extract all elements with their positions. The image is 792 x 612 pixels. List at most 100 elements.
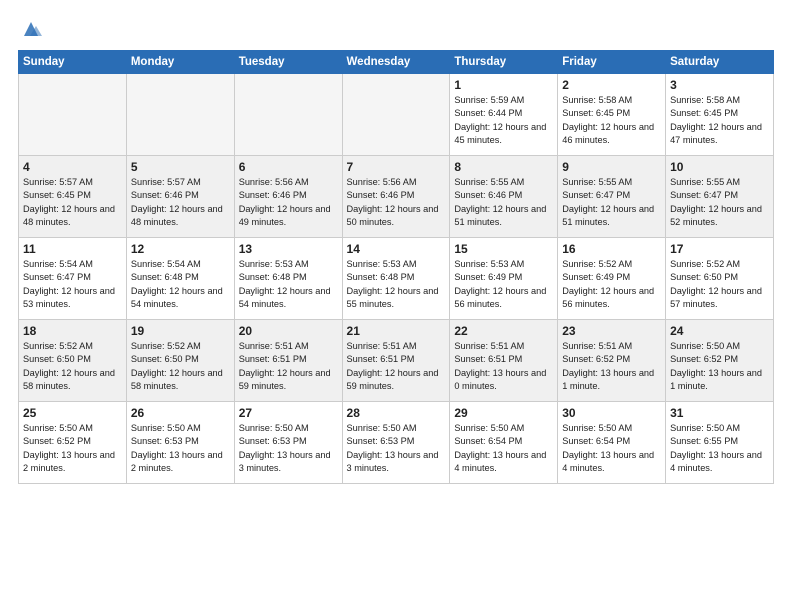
day-number: 20 bbox=[239, 324, 338, 338]
calendar-table: SundayMondayTuesdayWednesdayThursdayFrid… bbox=[18, 50, 774, 484]
day-number: 18 bbox=[23, 324, 122, 338]
day-info: Sunrise: 5:50 AMSunset: 6:53 PMDaylight:… bbox=[239, 422, 338, 475]
day-number: 21 bbox=[347, 324, 446, 338]
day-number: 12 bbox=[131, 242, 230, 256]
day-info: Sunrise: 5:50 AMSunset: 6:53 PMDaylight:… bbox=[347, 422, 446, 475]
weekday-header-tuesday: Tuesday bbox=[234, 51, 342, 74]
day-info: Sunrise: 5:50 AMSunset: 6:55 PMDaylight:… bbox=[670, 422, 769, 475]
day-number: 19 bbox=[131, 324, 230, 338]
day-number: 1 bbox=[454, 78, 553, 92]
calendar-day-cell: 17 Sunrise: 5:52 AMSunset: 6:50 PMDayligh… bbox=[666, 238, 774, 320]
day-number: 3 bbox=[670, 78, 769, 92]
day-number: 31 bbox=[670, 406, 769, 420]
calendar-day-cell: 29 Sunrise: 5:50 AMSunset: 6:54 PMDayligh… bbox=[450, 402, 558, 484]
calendar-day-cell: 26 Sunrise: 5:50 AMSunset: 6:53 PMDayligh… bbox=[126, 402, 234, 484]
day-info: Sunrise: 5:55 AMSunset: 6:46 PMDaylight:… bbox=[454, 176, 553, 229]
day-number: 10 bbox=[670, 160, 769, 174]
calendar-day-cell: 31 Sunrise: 5:50 AMSunset: 6:55 PMDayligh… bbox=[666, 402, 774, 484]
calendar-day-cell: 16 Sunrise: 5:52 AMSunset: 6:49 PMDayligh… bbox=[558, 238, 666, 320]
day-info: Sunrise: 5:56 AMSunset: 6:46 PMDaylight:… bbox=[347, 176, 446, 229]
day-number: 11 bbox=[23, 242, 122, 256]
day-number: 16 bbox=[562, 242, 661, 256]
day-number: 8 bbox=[454, 160, 553, 174]
calendar-day-cell bbox=[234, 74, 342, 156]
day-number: 26 bbox=[131, 406, 230, 420]
day-number: 27 bbox=[239, 406, 338, 420]
day-number: 13 bbox=[239, 242, 338, 256]
calendar-day-cell: 1 Sunrise: 5:59 AMSunset: 6:44 PMDaylight… bbox=[450, 74, 558, 156]
calendar-day-cell: 28 Sunrise: 5:50 AMSunset: 6:53 PMDayligh… bbox=[342, 402, 450, 484]
weekday-header-thursday: Thursday bbox=[450, 51, 558, 74]
day-number: 14 bbox=[347, 242, 446, 256]
calendar-day-cell bbox=[342, 74, 450, 156]
day-info: Sunrise: 5:55 AMSunset: 6:47 PMDaylight:… bbox=[562, 176, 661, 229]
day-info: Sunrise: 5:50 AMSunset: 6:53 PMDaylight:… bbox=[131, 422, 230, 475]
day-info: Sunrise: 5:54 AMSunset: 6:48 PMDaylight:… bbox=[131, 258, 230, 311]
calendar-day-cell: 27 Sunrise: 5:50 AMSunset: 6:53 PMDayligh… bbox=[234, 402, 342, 484]
calendar-day-cell: 25 Sunrise: 5:50 AMSunset: 6:52 PMDayligh… bbox=[19, 402, 127, 484]
day-info: Sunrise: 5:57 AMSunset: 6:46 PMDaylight:… bbox=[131, 176, 230, 229]
header bbox=[18, 18, 774, 40]
day-number: 9 bbox=[562, 160, 661, 174]
calendar-day-cell: 20Sunrise: 5:51 AMSunset: 6:51 PMDayligh… bbox=[234, 320, 342, 402]
day-info: Sunrise: 5:50 AMSunset: 6:52 PMDaylight:… bbox=[670, 340, 769, 393]
day-info: Sunrise: 5:52 AMSunset: 6:49 PMDaylight:… bbox=[562, 258, 661, 311]
day-number: 6 bbox=[239, 160, 338, 174]
day-info: Sunrise: 5:58 AMSunset: 6:45 PMDaylight:… bbox=[562, 94, 661, 147]
calendar-day-cell: 6 Sunrise: 5:56 AMSunset: 6:46 PMDaylight… bbox=[234, 156, 342, 238]
weekday-header-saturday: Saturday bbox=[666, 51, 774, 74]
calendar-day-cell: 30 Sunrise: 5:50 AMSunset: 6:54 PMDayligh… bbox=[558, 402, 666, 484]
calendar-day-cell: 5 Sunrise: 5:57 AMSunset: 6:46 PMDaylight… bbox=[126, 156, 234, 238]
day-info: Sunrise: 5:52 AMSunset: 6:50 PMDaylight:… bbox=[23, 340, 122, 393]
day-number: 25 bbox=[23, 406, 122, 420]
calendar-day-cell: 7Sunrise: 5:56 AMSunset: 6:46 PMDaylight… bbox=[342, 156, 450, 238]
day-number: 23 bbox=[562, 324, 661, 338]
calendar-day-cell: 4Sunrise: 5:57 AMSunset: 6:45 PMDaylight… bbox=[19, 156, 127, 238]
calendar-day-cell: 9 Sunrise: 5:55 AMSunset: 6:47 PMDaylight… bbox=[558, 156, 666, 238]
day-info: Sunrise: 5:56 AMSunset: 6:46 PMDaylight:… bbox=[239, 176, 338, 229]
day-info: Sunrise: 5:50 AMSunset: 6:54 PMDaylight:… bbox=[454, 422, 553, 475]
calendar-day-cell: 23 Sunrise: 5:51 AMSunset: 6:52 PMDayligh… bbox=[558, 320, 666, 402]
calendar-day-cell: 10 Sunrise: 5:55 AMSunset: 6:47 PMDayligh… bbox=[666, 156, 774, 238]
day-number: 29 bbox=[454, 406, 553, 420]
day-info: Sunrise: 5:58 AMSunset: 6:45 PMDaylight:… bbox=[670, 94, 769, 147]
calendar-day-cell: 13Sunrise: 5:53 AMSunset: 6:48 PMDayligh… bbox=[234, 238, 342, 320]
page: SundayMondayTuesdayWednesdayThursdayFrid… bbox=[0, 0, 792, 612]
day-info: Sunrise: 5:51 AMSunset: 6:52 PMDaylight:… bbox=[562, 340, 661, 393]
day-number: 22 bbox=[454, 324, 553, 338]
weekday-header-friday: Friday bbox=[558, 51, 666, 74]
day-info: Sunrise: 5:52 AMSunset: 6:50 PMDaylight:… bbox=[670, 258, 769, 311]
day-number: 5 bbox=[131, 160, 230, 174]
calendar-day-cell: 22Sunrise: 5:51 AMSunset: 6:51 PMDayligh… bbox=[450, 320, 558, 402]
calendar-day-cell: 19 Sunrise: 5:52 AMSunset: 6:50 PMDayligh… bbox=[126, 320, 234, 402]
calendar-week-row: 11Sunrise: 5:54 AMSunset: 6:47 PMDayligh… bbox=[19, 238, 774, 320]
calendar-day-cell bbox=[126, 74, 234, 156]
day-info: Sunrise: 5:50 AMSunset: 6:52 PMDaylight:… bbox=[23, 422, 122, 475]
day-number: 17 bbox=[670, 242, 769, 256]
weekday-header-wednesday: Wednesday bbox=[342, 51, 450, 74]
day-number: 30 bbox=[562, 406, 661, 420]
calendar-day-cell: 18 Sunrise: 5:52 AMSunset: 6:50 PMDayligh… bbox=[19, 320, 127, 402]
calendar-day-cell: 21 Sunrise: 5:51 AMSunset: 6:51 PMDayligh… bbox=[342, 320, 450, 402]
calendar-day-cell: 8 Sunrise: 5:55 AMSunset: 6:46 PMDaylight… bbox=[450, 156, 558, 238]
day-number: 28 bbox=[347, 406, 446, 420]
weekday-header-sunday: Sunday bbox=[19, 51, 127, 74]
weekday-header-monday: Monday bbox=[126, 51, 234, 74]
logo-icon bbox=[20, 18, 42, 40]
calendar-week-row: 25 Sunrise: 5:50 AMSunset: 6:52 PMDayligh… bbox=[19, 402, 774, 484]
day-info: Sunrise: 5:53 AMSunset: 6:49 PMDaylight:… bbox=[454, 258, 553, 311]
calendar-day-cell: 24 Sunrise: 5:50 AMSunset: 6:52 PMDayligh… bbox=[666, 320, 774, 402]
day-info: Sunrise: 5:55 AMSunset: 6:47 PMDaylight:… bbox=[670, 176, 769, 229]
logo bbox=[18, 18, 42, 40]
day-info: Sunrise: 5:51 AMSunset: 6:51 PMDaylight:… bbox=[347, 340, 446, 393]
calendar-day-cell: 15Sunrise: 5:53 AMSunset: 6:49 PMDayligh… bbox=[450, 238, 558, 320]
calendar-day-cell: 12 Sunrise: 5:54 AMSunset: 6:48 PMDayligh… bbox=[126, 238, 234, 320]
day-number: 24 bbox=[670, 324, 769, 338]
calendar-day-cell: 14Sunrise: 5:53 AMSunset: 6:48 PMDayligh… bbox=[342, 238, 450, 320]
calendar-week-row: 1 Sunrise: 5:59 AMSunset: 6:44 PMDaylight… bbox=[19, 74, 774, 156]
day-info: Sunrise: 5:52 AMSunset: 6:50 PMDaylight:… bbox=[131, 340, 230, 393]
calendar-day-cell: 3 Sunrise: 5:58 AMSunset: 6:45 PMDaylight… bbox=[666, 74, 774, 156]
day-number: 4 bbox=[23, 160, 122, 174]
day-info: Sunrise: 5:50 AMSunset: 6:54 PMDaylight:… bbox=[562, 422, 661, 475]
day-info: Sunrise: 5:59 AMSunset: 6:44 PMDaylight:… bbox=[454, 94, 553, 147]
